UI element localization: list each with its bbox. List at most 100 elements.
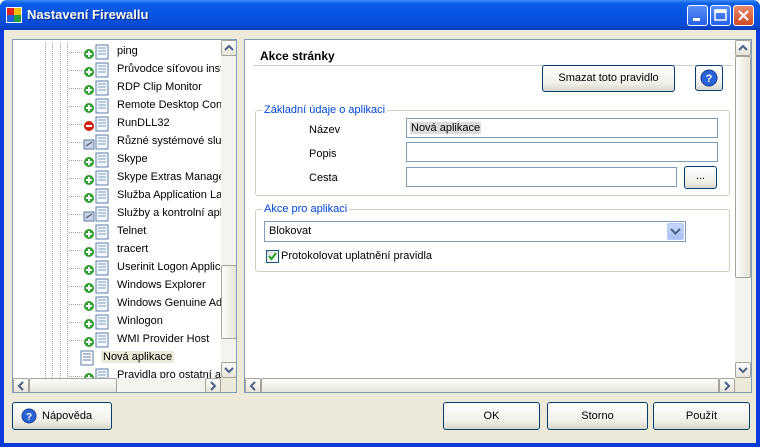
detail-hscroll-thumb[interactable] — [261, 378, 719, 392]
detail-scroll-thumb[interactable] — [735, 56, 751, 278]
tree-item-label: RDP Clip Monitor — [117, 81, 202, 93]
browse-button[interactable]: ... — [684, 166, 717, 189]
tree-connector-lines — [43, 349, 83, 367]
detail-vertical-scrollbar[interactable] — [735, 40, 751, 378]
tree-connector-lines — [43, 187, 83, 205]
svg-text:?: ? — [26, 412, 32, 423]
detail-scroll-left-button[interactable] — [245, 378, 261, 392]
tree-item-label: Služby a kontrolní aplikace — [117, 207, 221, 219]
delete-rule-button[interactable]: Smazat toto pravidlo — [542, 65, 675, 92]
app-info-legend: Základní údaje o aplikaci — [262, 104, 388, 116]
help-icon: ? — [21, 408, 37, 424]
app-block-icon — [83, 116, 115, 132]
tree-scroll-up-button[interactable] — [221, 40, 236, 56]
tree-items: ping Průvodce síťovou instalací RDP Clip M… — [13, 40, 221, 378]
tree-hscroll-thumb[interactable] — [29, 378, 117, 392]
tree-item[interactable]: Průvodce síťovou instalací — [13, 61, 221, 79]
app-allow-icon — [83, 62, 115, 78]
tree-item-label: Remote Desktop Connection — [117, 99, 221, 111]
tree-item[interactable]: Pravidla pro ostatní aplikace — [13, 367, 221, 378]
scroll-down-arrow-icon — [224, 367, 234, 374]
name-field[interactable]: Nová aplikace — [406, 118, 718, 138]
tree-item[interactable]: Nová aplikace — [13, 349, 221, 367]
action-select-dropdown-button[interactable] — [667, 223, 684, 240]
window-title: Nastavení Firewallu — [27, 7, 149, 22]
avg-app-icon — [6, 7, 22, 23]
tree-item[interactable]: Windows Explorer — [13, 277, 221, 295]
tree-item[interactable]: WMI Provider Host — [13, 331, 221, 349]
tree-item[interactable]: Winlogon — [13, 313, 221, 331]
tree-item-label: Windows Explorer — [117, 279, 206, 291]
apply-button[interactable]: Použít — [653, 402, 750, 430]
tree-connector-lines — [43, 223, 83, 241]
tree-connector-lines — [43, 331, 83, 349]
tree-connector-lines — [43, 205, 83, 223]
title-bar[interactable]: Nastavení Firewallu — [0, 0, 760, 30]
tree-item[interactable]: RunDLL32 — [13, 115, 221, 133]
close-icon — [738, 10, 749, 21]
scroll-up-arrow-icon — [224, 44, 234, 51]
tree-item[interactable]: Skype Extras Manager — [13, 169, 221, 187]
name-field-value: Nová aplikace — [410, 122, 482, 134]
path-label: Cesta — [309, 172, 338, 184]
help-dialog-button[interactable]: ? Nápověda — [12, 402, 112, 430]
tree-item[interactable]: Windows Genuine Advantage — [13, 295, 221, 313]
tree-item-label: Winlogon — [117, 315, 163, 327]
rule-tree[interactable]: ping Průvodce síťovou instalací RDP Clip M… — [12, 39, 237, 393]
tree-item-label: Nová aplikace — [101, 351, 175, 363]
app-info-group: Základní údaje o aplikaci Název Nová apl… — [255, 104, 730, 196]
tree-item[interactable]: ping — [13, 43, 221, 61]
app-allow-icon — [83, 152, 115, 168]
tree-scroll-right-button[interactable] — [205, 378, 221, 392]
tree-connector-lines — [43, 277, 83, 295]
path-field[interactable] — [406, 167, 677, 187]
tree-item[interactable]: Remote Desktop Connection — [13, 97, 221, 115]
tree-item[interactable]: RDP Clip Monitor — [13, 79, 221, 97]
name-label: Název — [309, 124, 341, 136]
tree-scroll-down-button[interactable] — [221, 362, 236, 378]
tree-item-label: Userinit Logon Application — [117, 261, 221, 273]
detail-horizontal-scrollbar[interactable] — [245, 378, 735, 392]
ok-button[interactable]: OK — [443, 402, 540, 430]
help-button[interactable]: ? — [695, 65, 723, 91]
tree-item[interactable]: tracert — [13, 241, 221, 259]
detail-scroll-right-button[interactable] — [719, 378, 735, 392]
app-action-group: Akce pro aplikaci Blokovat Protokolovat … — [255, 203, 730, 272]
tree-scroll-thumb[interactable] — [221, 265, 236, 339]
tree-item[interactable]: Různé systémové služby — [13, 133, 221, 151]
scroll-down-arrow-icon — [738, 367, 748, 374]
tree-item[interactable]: Userinit Logon Application — [13, 259, 221, 277]
maximize-button[interactable] — [710, 5, 731, 26]
tree-vertical-scrollbar[interactable] — [221, 40, 236, 378]
tree-scroll-left-button[interactable] — [13, 378, 29, 392]
cancel-button[interactable]: Storno — [547, 402, 648, 430]
tree-connector-lines — [43, 313, 83, 331]
svg-text:?: ? — [706, 73, 713, 85]
tree-item[interactable]: Služba Application Layer Gateway — [13, 187, 221, 205]
app-allow-icon — [83, 368, 115, 378]
help-icon: ? — [700, 69, 718, 87]
page-icon — [79, 350, 97, 366]
close-button[interactable] — [733, 5, 754, 26]
tree-connector-lines — [43, 115, 83, 133]
app-advanced-icon — [83, 134, 115, 150]
description-field[interactable] — [406, 142, 718, 162]
scroll-left-arrow-icon — [17, 381, 24, 391]
tree-item-label: Pravidla pro ostatní aplikace — [117, 369, 221, 378]
detail-scroll-up-button[interactable] — [735, 40, 751, 56]
log-rule-label: Protokolovat uplatnění pravidla — [281, 250, 433, 262]
tree-item[interactable]: Služby a kontrolní aplikace — [13, 205, 221, 223]
minimize-button[interactable] — [687, 5, 708, 26]
app-allow-icon — [83, 242, 115, 258]
tree-connector-lines — [43, 169, 83, 187]
tree-item[interactable]: Telnet — [13, 223, 221, 241]
detail-scroll-down-button[interactable] — [735, 362, 751, 378]
tree-connector-lines — [43, 133, 83, 151]
chevron-down-icon — [670, 228, 681, 235]
tree-item[interactable]: Skype — [13, 151, 221, 169]
scroll-corner — [735, 378, 751, 392]
log-rule-checkbox[interactable] — [266, 250, 279, 263]
app-allow-icon — [83, 314, 115, 330]
tree-horizontal-scrollbar[interactable] — [13, 378, 221, 392]
action-select[interactable]: Blokovat — [264, 221, 686, 242]
